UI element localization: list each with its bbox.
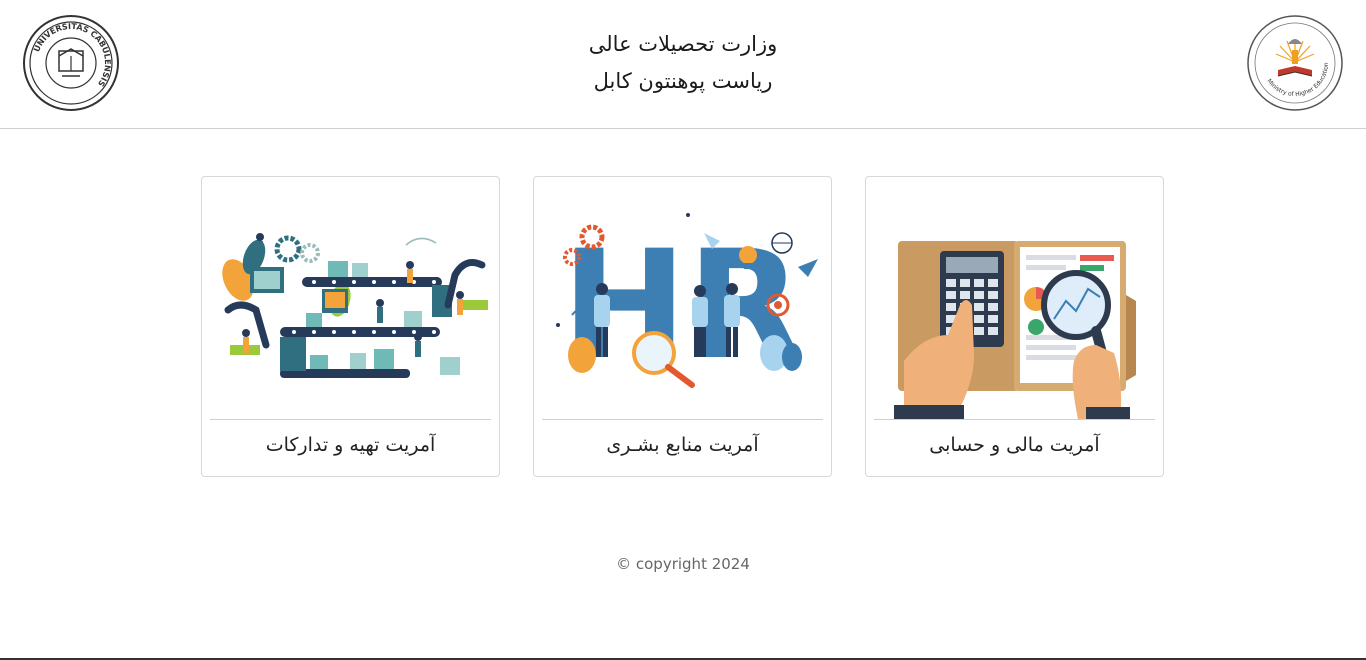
finance-card-label: آمریت مالی و حسابی bbox=[929, 434, 1100, 456]
finance-card[interactable]: آمریت مالی و حسابی bbox=[865, 176, 1164, 477]
page-header: UNIVERSITAS CABULENSIS وزارت تحصیلات عال… bbox=[0, 0, 1366, 129]
procurement-card[interactable]: آمریت تهیه و تدارکات bbox=[201, 176, 500, 477]
copyright-footer: © copyright 2024 bbox=[616, 555, 750, 573]
ministry-title: وزارت تحصیلات عالی bbox=[588, 32, 778, 56]
finance-illustration-icon bbox=[874, 185, 1155, 419]
card-divider bbox=[542, 419, 823, 420]
human-resources-card-label: آمریت منابع بشـری bbox=[606, 434, 759, 456]
hr-illustration-icon: HR bbox=[542, 185, 823, 419]
procurement-illustration-icon bbox=[210, 185, 491, 419]
procurement-card-label: آمریت تهیه و تدارکات bbox=[265, 434, 436, 456]
university-title: ریاست پوهنتون کابل bbox=[593, 69, 773, 93]
card-divider bbox=[874, 419, 1155, 420]
card-divider bbox=[210, 419, 491, 420]
university-seal-icon[interactable]: UNIVERSITAS CABULENSIS bbox=[22, 14, 120, 112]
ministry-emblem-icon[interactable]: Ministry of Higher Education bbox=[1246, 14, 1344, 112]
human-resources-card[interactable]: HR آمریت منابع بشـری bbox=[533, 176, 832, 477]
